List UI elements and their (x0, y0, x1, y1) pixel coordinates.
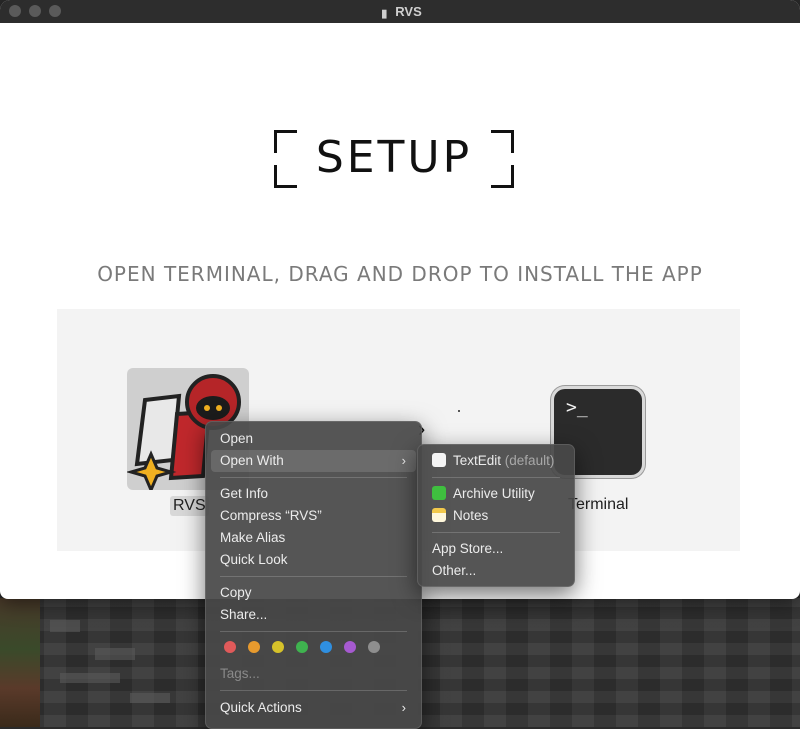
menu-separator (220, 477, 407, 478)
menu-item-label: Copy (220, 585, 252, 600)
tag-color-yellow[interactable] (272, 641, 284, 653)
menu-item-label: Make Alias (220, 530, 286, 545)
menu-item-label: Share... (220, 607, 268, 622)
submenu-item-app-store[interactable]: App Store... (423, 538, 569, 560)
menu-item-label: Quick Actions (220, 700, 302, 715)
menu-item-open[interactable]: Open (211, 428, 416, 450)
tag-color-blue[interactable] (320, 641, 332, 653)
menu-item-label: Quick Look (220, 552, 288, 567)
menu-separator (220, 690, 407, 691)
tag-color-orange[interactable] (248, 641, 260, 653)
submenu-item-textedit[interactable]: TextEdit (default) (423, 450, 569, 472)
chevron-right-icon: › (401, 700, 406, 715)
app-icon: ▮ (381, 8, 388, 20)
menu-item-label: Get Info (220, 486, 269, 501)
terminal-prompt-icon: >_ (566, 397, 588, 418)
textedit-icon (432, 453, 446, 467)
title-bar[interactable]: ▮ RVS (0, 0, 800, 23)
menu-item-label: Open With (220, 453, 284, 468)
menu-separator (432, 532, 560, 533)
menu-separator (432, 477, 560, 478)
menu-item-quick-look[interactable]: Quick Look (211, 549, 416, 571)
submenu-item-label: Other... (432, 563, 477, 578)
desktop-blur-block (60, 673, 120, 683)
open-with-submenu: TextEdit (default) Archive Utility Notes… (417, 444, 575, 587)
menu-item-copy[interactable]: Copy (211, 582, 416, 604)
window-title-text: RVS (395, 4, 422, 19)
archive-utility-icon (432, 486, 446, 500)
decorative-dot (458, 410, 460, 412)
menu-separator (220, 631, 407, 632)
setup-header: SETUP (274, 130, 514, 188)
install-instruction: OPEN TERMINAL, DRAG AND DROP TO INSTALL … (97, 262, 703, 286)
submenu-item-label: Archive Utility (453, 486, 535, 501)
submenu-item-label: Notes (453, 508, 489, 523)
menu-separator (220, 576, 407, 577)
menu-item-make-alias[interactable]: Make Alias (211, 527, 416, 549)
desktop-blurred-strip (0, 598, 40, 727)
rvs-app-label: RVS (170, 496, 209, 516)
terminal-label: Terminal (568, 496, 629, 513)
submenu-item-archive-utility[interactable]: Archive Utility (423, 483, 569, 505)
menu-item-label: Tags... (220, 666, 260, 681)
menu-item-get-info[interactable]: Get Info (211, 483, 416, 505)
setup-title: SETUP (315, 132, 473, 183)
menu-item-compress[interactable]: Compress “RVS” (211, 505, 416, 527)
submenu-item-label: TextEdit (453, 453, 502, 468)
menu-item-quick-actions[interactable]: Quick Actions › (211, 697, 416, 719)
menu-item-tags[interactable]: Tags... (211, 663, 416, 685)
desktop-blur-block (95, 648, 135, 660)
tag-color-green[interactable] (296, 641, 308, 653)
submenu-item-notes[interactable]: Notes (423, 505, 569, 527)
chevron-right-icon: › (401, 453, 406, 468)
menu-item-open-with[interactable]: Open With › (211, 450, 416, 472)
tag-color-red[interactable] (224, 641, 236, 653)
desktop-blur-block (50, 620, 80, 632)
window-title: ▮ RVS (0, 4, 800, 20)
menu-item-label: Compress “RVS” (220, 508, 322, 523)
context-menu: Open Open With › Get Info Compress “RVS”… (205, 421, 422, 729)
tag-color-row (224, 641, 380, 653)
submenu-item-label: App Store... (432, 541, 504, 556)
submenu-item-other[interactable]: Other... (423, 560, 569, 582)
notes-icon (432, 508, 446, 522)
menu-item-label: Open (220, 431, 254, 446)
menu-item-share[interactable]: Share... (211, 604, 416, 626)
submenu-item-default-tag: (default) (504, 453, 555, 468)
tag-color-gray[interactable] (368, 641, 380, 653)
tag-color-purple[interactable] (344, 641, 356, 653)
desktop-blur-block (130, 693, 170, 703)
